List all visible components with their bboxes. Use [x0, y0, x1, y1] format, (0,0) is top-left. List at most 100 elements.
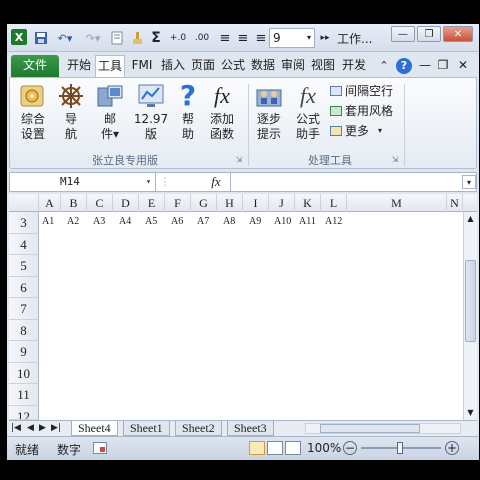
sheet-tab-active[interactable]: Sheet4 [71, 421, 118, 436]
zoom-in-icon[interactable]: + [445, 441, 459, 455]
row-header[interactable]: 4 [9, 233, 39, 255]
scroll-up-icon[interactable]: ▲ [464, 212, 477, 226]
cell-d3[interactable]: A4 [119, 216, 131, 227]
tab-tools[interactable]: 工具 [95, 55, 125, 78]
save-icon[interactable] [33, 29, 49, 47]
row-header[interactable]: 11 [9, 384, 39, 406]
row-header[interactable]: 6 [9, 276, 39, 298]
row-header[interactable]: 8 [9, 319, 39, 341]
row-header[interactable]: 9 [9, 341, 39, 363]
first-sheet-icon[interactable]: |◀ [11, 421, 21, 436]
name-box[interactable]: M14 ▾ [10, 173, 156, 191]
cell-b3[interactable]: A2 [67, 216, 79, 227]
dialog-launcher-icon[interactable]: ⇲ [234, 154, 244, 164]
zoom-slider-thumb[interactable] [397, 442, 403, 454]
zoom-level[interactable]: 100% [307, 441, 341, 455]
help-button[interactable]: ? 帮 助 [174, 82, 202, 142]
sheet-tab[interactable]: Sheet3 [227, 421, 274, 436]
zoom-slider[interactable] [361, 442, 441, 454]
font-size-select[interactable]: 9 ▾ [269, 28, 315, 48]
prev-sheet-icon[interactable]: ◀ [27, 421, 34, 436]
page-break-view-icon[interactable] [285, 441, 301, 455]
column-header[interactable]: D [113, 194, 139, 212]
macro-record-icon[interactable] [93, 442, 107, 454]
close-window-button[interactable]: ✕ [443, 26, 473, 42]
column-header[interactable]: L [321, 194, 347, 212]
select-all-corner[interactable] [9, 194, 39, 212]
dialog-launcher-icon[interactable]: ⇲ [390, 154, 400, 164]
align-right-icon[interactable]: ≡ [253, 29, 269, 47]
row-header[interactable]: 12 [9, 405, 39, 420]
column-header[interactable]: M [347, 194, 447, 212]
column-header[interactable]: N [447, 194, 463, 212]
scroll-thumb[interactable] [320, 424, 420, 433]
step-hint-button[interactable]: 逐步 提示 [252, 82, 286, 142]
column-header[interactable]: F [165, 194, 191, 212]
autosum-button[interactable]: Σ [149, 29, 163, 47]
cell-c3[interactable]: A3 [93, 216, 105, 227]
spreadsheet-grid[interactable]: A B C D E F G H I J K L M N 3 4 5 6 7 8 … [9, 194, 477, 420]
workbook-close-icon[interactable]: ✕ [455, 55, 471, 77]
navigation-button[interactable]: 导 航 [56, 82, 86, 142]
tab-file[interactable]: 文件 [11, 55, 59, 77]
more-button[interactable]: 更多 ▾ [330, 122, 382, 139]
zoom-out-icon[interactable]: − [343, 441, 357, 455]
horizontal-scrollbar[interactable] [305, 423, 461, 434]
column-header[interactable]: B [61, 194, 87, 212]
tab-data[interactable]: 数据 [249, 55, 277, 77]
help-icon[interactable]: ? [395, 55, 413, 77]
add-function-button[interactable]: fx 添加 函数 [206, 82, 238, 142]
row-header[interactable]: 5 [9, 255, 39, 277]
cell-f3[interactable]: A6 [171, 216, 183, 227]
tab-review[interactable]: 审阅 [279, 55, 307, 77]
format-painter-icon[interactable] [129, 29, 145, 47]
restore-window-button[interactable]: ❐ [417, 26, 441, 42]
redo-icon[interactable]: ↷▾ [81, 29, 105, 47]
page-layout-view-icon[interactable] [267, 441, 283, 455]
sheet-tab[interactable]: Sheet2 [175, 421, 222, 436]
tab-home[interactable]: 开始 [63, 55, 95, 77]
row-header[interactable]: 7 [9, 298, 39, 320]
tab-fmi[interactable]: FMI [127, 55, 157, 77]
column-header[interactable]: C [87, 194, 113, 212]
cell-j3[interactable]: A10 [274, 216, 291, 227]
align-center-icon[interactable]: ≡ [235, 29, 251, 47]
cell-h3[interactable]: A8 [223, 216, 235, 227]
row-header[interactable]: 10 [9, 362, 39, 384]
cell-i3[interactable]: A9 [249, 216, 261, 227]
cell-g3[interactable]: A7 [197, 216, 209, 227]
tab-view[interactable]: 视图 [309, 55, 337, 77]
decrease-decimal-icon[interactable]: .00 [191, 29, 213, 47]
cell-a3[interactable]: A1 [42, 216, 54, 227]
minimize-window-button[interactable]: — [391, 26, 415, 42]
formula-assistant-button[interactable]: fx 公式 助手 [292, 82, 324, 142]
column-header[interactable]: K [295, 194, 321, 212]
increase-decimal-icon[interactable]: +.0 [167, 29, 189, 47]
next-sheet-icon[interactable]: ▶ [39, 421, 46, 436]
column-header[interactable]: E [139, 194, 165, 212]
print-preview-icon[interactable] [109, 29, 125, 47]
column-header[interactable]: J [269, 194, 295, 212]
formula-input[interactable] [230, 173, 460, 191]
cell-l3[interactable]: A12 [325, 216, 342, 227]
scroll-down-icon[interactable]: ▼ [464, 406, 477, 420]
column-header[interactable]: H [217, 194, 243, 212]
insert-function-icon[interactable]: fx [206, 174, 226, 190]
cell-k3[interactable]: A11 [299, 216, 316, 227]
mail-button[interactable]: 邮 件▾ [92, 82, 128, 142]
normal-view-icon[interactable] [249, 441, 265, 455]
tab-developer[interactable]: 开发 [339, 55, 369, 77]
column-header[interactable]: G [191, 194, 217, 212]
version-button[interactable]: 12.97 版 [132, 82, 170, 142]
workbook-minimize-icon[interactable]: — [417, 55, 433, 77]
column-header[interactable]: I [243, 194, 269, 212]
tab-page[interactable]: 页面 [189, 55, 217, 77]
sheet-tab[interactable]: Sheet1 [123, 421, 170, 436]
vertical-scrollbar[interactable]: ▲ ▼ [463, 212, 477, 420]
row-header[interactable]: 3 [9, 212, 39, 234]
tab-formulas[interactable]: 公式 [219, 55, 247, 77]
more-commands-icon[interactable]: ▸▸ [319, 29, 331, 47]
scroll-thumb[interactable] [465, 260, 476, 342]
undo-icon[interactable]: ↶▾ [53, 29, 77, 47]
column-header[interactable]: A [39, 194, 61, 212]
